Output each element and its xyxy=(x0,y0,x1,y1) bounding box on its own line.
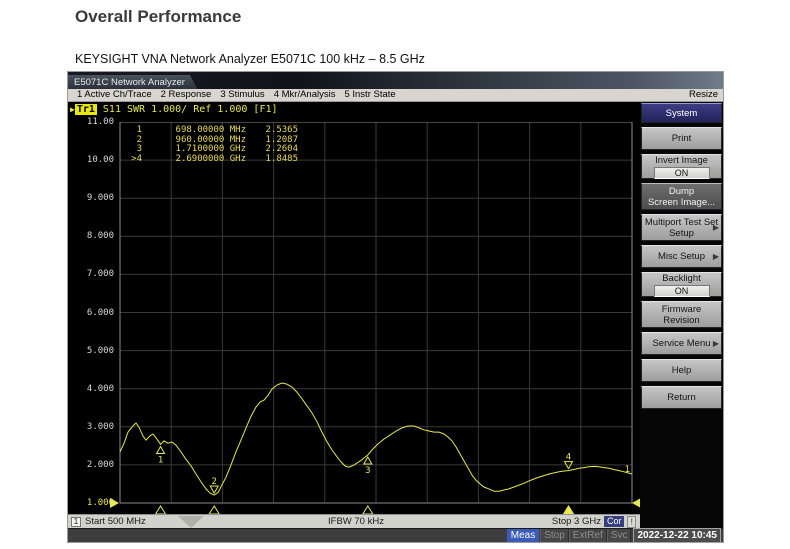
softkey-label: Screen Image... xyxy=(648,197,715,208)
softkey-label: Dump xyxy=(669,186,694,197)
menu-item-2[interactable]: 2 Response xyxy=(161,89,212,101)
ifbw-label: IFBW 70 kHz xyxy=(328,515,384,528)
stop-frequency-label: Stop 3 GHz xyxy=(552,515,601,528)
softkey-help[interactable]: Help xyxy=(641,359,722,382)
marker-3-icon xyxy=(364,457,372,464)
trace-badge[interactable]: Tr1 xyxy=(75,104,97,115)
meas-status-badge: Meas xyxy=(507,529,539,542)
stimulus-status-bar: 1 Start 500 MHz IFBW 70 kHz Stop 3 GHz C… xyxy=(68,514,640,528)
softkey-toggle-state: ON xyxy=(654,285,710,297)
submenu-arrow-icon: ▶ xyxy=(713,221,719,232)
menu-bar: 1 Active Ch/Trace 2 Response 3 Stimulus 4 M… xyxy=(68,89,723,102)
menu-item-1[interactable]: 1 Active Ch/Trace xyxy=(77,89,152,101)
trace-format-text: S11 SWR 1.000/ Ref 1.000 [F1] xyxy=(97,104,278,115)
datetime-display: 2022-12-22 10:45 xyxy=(633,528,721,543)
marker-table-row: >42.6900000 GHz1.8485 xyxy=(126,155,298,165)
ref-level-left-arrow-icon xyxy=(110,498,119,508)
softkey-misc-setup[interactable]: Misc Setup ▶ xyxy=(641,245,722,268)
softkey-label: Firmware xyxy=(662,304,702,315)
marker-2-stimulus-triangle xyxy=(209,506,219,514)
softkey-label: Return xyxy=(667,392,696,403)
system-status-bar: Meas Stop ExtRef Svc 2022-12-22 10:45 xyxy=(68,528,723,542)
softkey-label: Setup xyxy=(669,228,694,239)
softkey-invert-image[interactable]: Invert ImageON xyxy=(641,154,722,179)
page-subtitle: KEYSIGHT VNA Network Analyzer E5071C 100… xyxy=(75,52,425,66)
submenu-arrow-icon: ▶ xyxy=(713,337,719,348)
resize-button[interactable]: Resize xyxy=(689,89,718,101)
swr-plot: 11234 xyxy=(108,122,640,516)
menu-item-4[interactable]: 4 Mkr/Analysis xyxy=(274,89,336,101)
softkey-label: Multiport Test Set xyxy=(645,217,718,228)
menu-items: 1 Active Ch/Trace 2 Response 3 Stimulus 4 M… xyxy=(68,89,396,100)
softkey-toggle-state: ON xyxy=(654,167,710,179)
channel-number-box: 1 xyxy=(71,517,81,527)
softkey-label: Service Menu xyxy=(652,338,710,349)
marker-4-stimulus-triangle xyxy=(564,506,574,514)
softkey-backlight[interactable]: BacklightON xyxy=(641,272,722,297)
marker-3-number: 3 xyxy=(365,466,370,476)
instrument-screen: ▶Tr1 S11 SWR 1.000/ Ref 1.000 [F1] 11.00… xyxy=(68,102,640,528)
softkey-multiport-test-set-setup[interactable]: Multiport Test SetSetup ▶ xyxy=(641,214,722,241)
submenu-arrow-icon: ▶ xyxy=(713,250,719,261)
softkey-label: System xyxy=(666,108,698,119)
trace-number-label: 1 xyxy=(625,465,630,475)
document-page: Overall Performance KEYSIGHT VNA Network… xyxy=(0,0,790,549)
softkey-firmware-revision[interactable]: FirmwareRevision xyxy=(641,301,722,328)
extref-status-badge: ExtRef xyxy=(569,529,607,542)
stop-status-badge: Stop xyxy=(540,529,569,542)
alert-badge: ! xyxy=(627,516,636,528)
softkey-service-menu[interactable]: Service Menu▶ xyxy=(641,332,722,355)
marker-readout-table: 1698.00000 MHz2.53652960.00000 MHz1.2087… xyxy=(126,126,298,164)
vna-window: E5071C Network Analyzer 1 Active Ch/Trac… xyxy=(68,72,723,542)
softkey-return[interactable]: Return xyxy=(641,386,722,409)
softkey-menu-panel: SystemPrintInvert ImageONDumpScreen Imag… xyxy=(640,102,723,528)
softkey-dump-screen-image[interactable]: DumpScreen Image... xyxy=(641,183,722,210)
marker-3-stimulus-triangle xyxy=(363,506,373,514)
marker-1-number: 1 xyxy=(158,455,163,465)
softkey-label: Help xyxy=(672,365,692,376)
marker-1-stimulus-triangle xyxy=(156,506,166,514)
softkey-label: Misc Setup xyxy=(658,251,705,262)
correction-badge: Cor xyxy=(604,516,625,527)
window-titlebar[interactable]: E5071C Network Analyzer xyxy=(68,72,723,89)
page-title: Overall Performance xyxy=(75,7,241,27)
start-frequency-label: Start 500 MHz xyxy=(85,515,146,528)
softkey-label: Print xyxy=(672,133,692,144)
softkey-label: Revision xyxy=(663,315,699,326)
trace-status-bar: ▶Tr1 S11 SWR 1.000/ Ref 1.000 [F1] xyxy=(70,103,278,116)
softkey-print[interactable]: Print xyxy=(641,127,722,150)
menu-item-5[interactable]: 5 Instr State xyxy=(344,89,395,101)
marker-2-icon xyxy=(210,486,218,493)
window-title: E5071C Network Analyzer xyxy=(68,75,199,89)
ref-level-right-arrow-icon xyxy=(632,498,640,508)
marker-shadow-artifact xyxy=(178,516,204,528)
softkey-system[interactable]: System xyxy=(641,103,722,123)
marker-1-icon xyxy=(157,446,165,453)
softkey-label: Invert Image xyxy=(655,155,708,166)
svc-status-badge: Svc xyxy=(607,529,632,542)
softkey-label: Backlight xyxy=(662,273,701,284)
menu-item-3[interactable]: 3 Stimulus xyxy=(220,89,264,101)
